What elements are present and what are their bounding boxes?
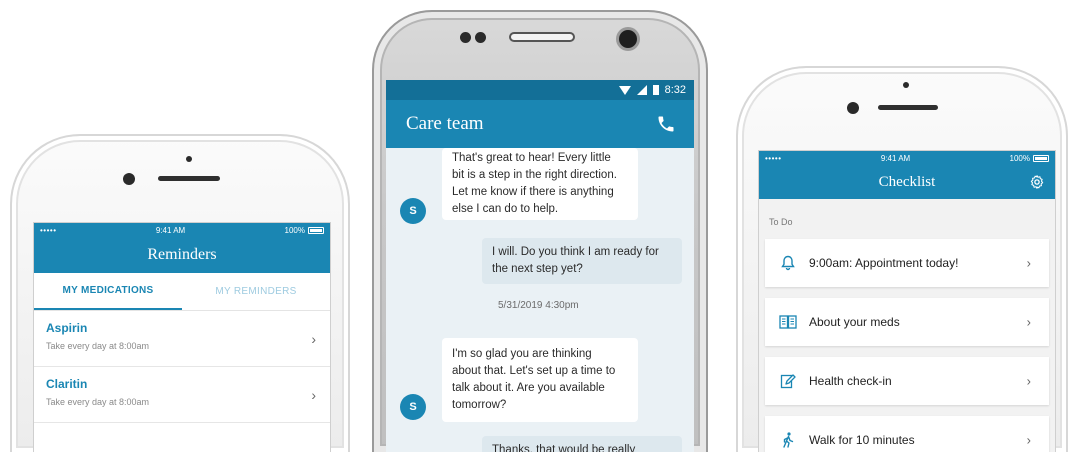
checklist-item-appointment[interactable]: 9:00am: Appointment today! › [765, 239, 1049, 287]
wifi-icon [618, 85, 631, 95]
phone-icon[interactable] [656, 114, 676, 134]
tab-my-medications[interactable]: MY MEDICATIONS [34, 273, 182, 310]
chevron-right-icon: › [1026, 373, 1031, 389]
outgoing-message: Thanks, that would be really [482, 436, 682, 452]
tab-my-reminders[interactable]: MY REMINDERS [182, 273, 330, 310]
chevron-right-icon: › [311, 386, 316, 403]
chevron-right-icon: › [1026, 255, 1031, 271]
status-time: 9:41 AM [880, 153, 911, 163]
checklist-phone: ••••• 9:41 AM 100% Checklist To Do 9:00a… [736, 66, 1068, 452]
earpiece-speaker [509, 32, 575, 42]
incoming-message: I'm so glad you are thinking about that.… [442, 338, 638, 422]
book-icon [779, 313, 797, 331]
walking-person-icon [779, 431, 797, 449]
page-title: Reminders [34, 237, 330, 273]
signal-indicator: ••••• [765, 153, 782, 163]
outgoing-message: I will. Do you think I am ready for the … [482, 238, 682, 284]
chevron-right-icon: › [1026, 314, 1031, 330]
message-thread: That's great to hear! Every little bit i… [386, 148, 694, 452]
checklist-item-label: 9:00am: Appointment today! [809, 256, 959, 270]
list-item[interactable]: Aspirin Take every day at 8:00am › [34, 311, 330, 367]
page-title: Care team [406, 113, 484, 134]
message-line: else I can do to help. [452, 203, 559, 215]
signal-icon [636, 85, 647, 95]
battery-indicator: 100% [1010, 154, 1049, 163]
message-line: I will. Do you think I am ready for [492, 246, 659, 258]
message-line: talk about it. Are you available [452, 382, 605, 394]
battery-icon [308, 226, 324, 234]
sensor-dot [186, 156, 192, 162]
medication-schedule: Take every day at 8:00am [46, 341, 150, 351]
checklist-item-meds[interactable]: About your meds › [765, 298, 1049, 346]
bell-icon [779, 254, 797, 272]
checklist-item-label: Health check-in [809, 374, 892, 388]
section-label: To Do [769, 217, 793, 227]
status-time: 9:41 AM [155, 225, 186, 235]
care-team-screen: 8:32 Care team That's great to hear! Eve… [386, 80, 694, 452]
page-title: Checklist [878, 173, 936, 190]
status-time: 8:32 [664, 84, 686, 96]
front-camera [619, 30, 637, 48]
message-line: That's great to hear! Every little [452, 152, 611, 164]
checklist-screen: ••••• 9:41 AM 100% Checklist To Do 9:00a… [758, 150, 1056, 452]
status-bar: ••••• 9:41 AM 100% [34, 223, 330, 237]
app-header: Care team [386, 100, 694, 148]
message-line: about that. Let's set up a time to [452, 365, 616, 377]
message-line: I'm so glad you are thinking [452, 348, 592, 360]
chevron-right-icon: › [311, 330, 316, 347]
reminders-phone: ••••• 9:41 AM 100% Reminders MY MEDICATI… [10, 134, 350, 452]
app-header: Checklist [759, 165, 1055, 199]
message-line: tomorrow? [452, 399, 507, 411]
earpiece-speaker [878, 105, 938, 110]
status-bar: 8:32 [386, 80, 694, 100]
status-bar: ••••• 9:41 AM 100% [759, 151, 1055, 165]
checklist-item-health[interactable]: Health check-in › [765, 357, 1049, 405]
medication-name: Claritin [46, 377, 88, 391]
checklist-item-walk[interactable]: Walk for 10 minutes › [765, 416, 1049, 452]
incoming-message: That's great to hear! Every little bit i… [442, 148, 638, 220]
message-line: Thanks, that would be really [492, 444, 636, 452]
message-line: Let me know if there is anything [452, 186, 614, 198]
gear-icon[interactable] [1029, 174, 1045, 190]
message-timestamp: 5/31/2019 4:30pm [498, 300, 579, 311]
battery-icon [652, 85, 659, 95]
checklist-item-label: Walk for 10 minutes [809, 433, 915, 447]
reminders-screen: ••••• 9:41 AM 100% Reminders MY MEDICATI… [33, 222, 331, 452]
avatar: S [400, 198, 426, 224]
medication-schedule: Take every day at 8:00am [46, 397, 150, 407]
front-camera [847, 102, 859, 114]
list-item[interactable]: Claritin Take every day at 8:00am › [34, 367, 330, 423]
checklist-item-label: About your meds [809, 315, 900, 329]
battery-percent: 100% [1009, 153, 1030, 163]
medication-name: Aspirin [46, 321, 88, 335]
sensor-pair [460, 32, 486, 43]
battery-indicator: 100% [285, 226, 324, 235]
battery-icon [1033, 154, 1049, 162]
tab-bar: MY MEDICATIONS MY REMINDERS [34, 273, 330, 311]
sensor-dot [903, 82, 909, 88]
message-line: bit is a step in the right direction. [452, 169, 617, 181]
battery-percent: 100% [284, 225, 305, 235]
pencil-note-icon [779, 372, 797, 390]
chevron-right-icon: › [1026, 432, 1031, 448]
care-team-phone: 8:32 Care team That's great to hear! Eve… [372, 10, 708, 452]
message-line: the next step yet? [492, 263, 583, 275]
front-camera [123, 173, 135, 185]
avatar: S [400, 394, 426, 420]
signal-indicator: ••••• [40, 225, 57, 235]
earpiece-speaker [158, 176, 220, 181]
